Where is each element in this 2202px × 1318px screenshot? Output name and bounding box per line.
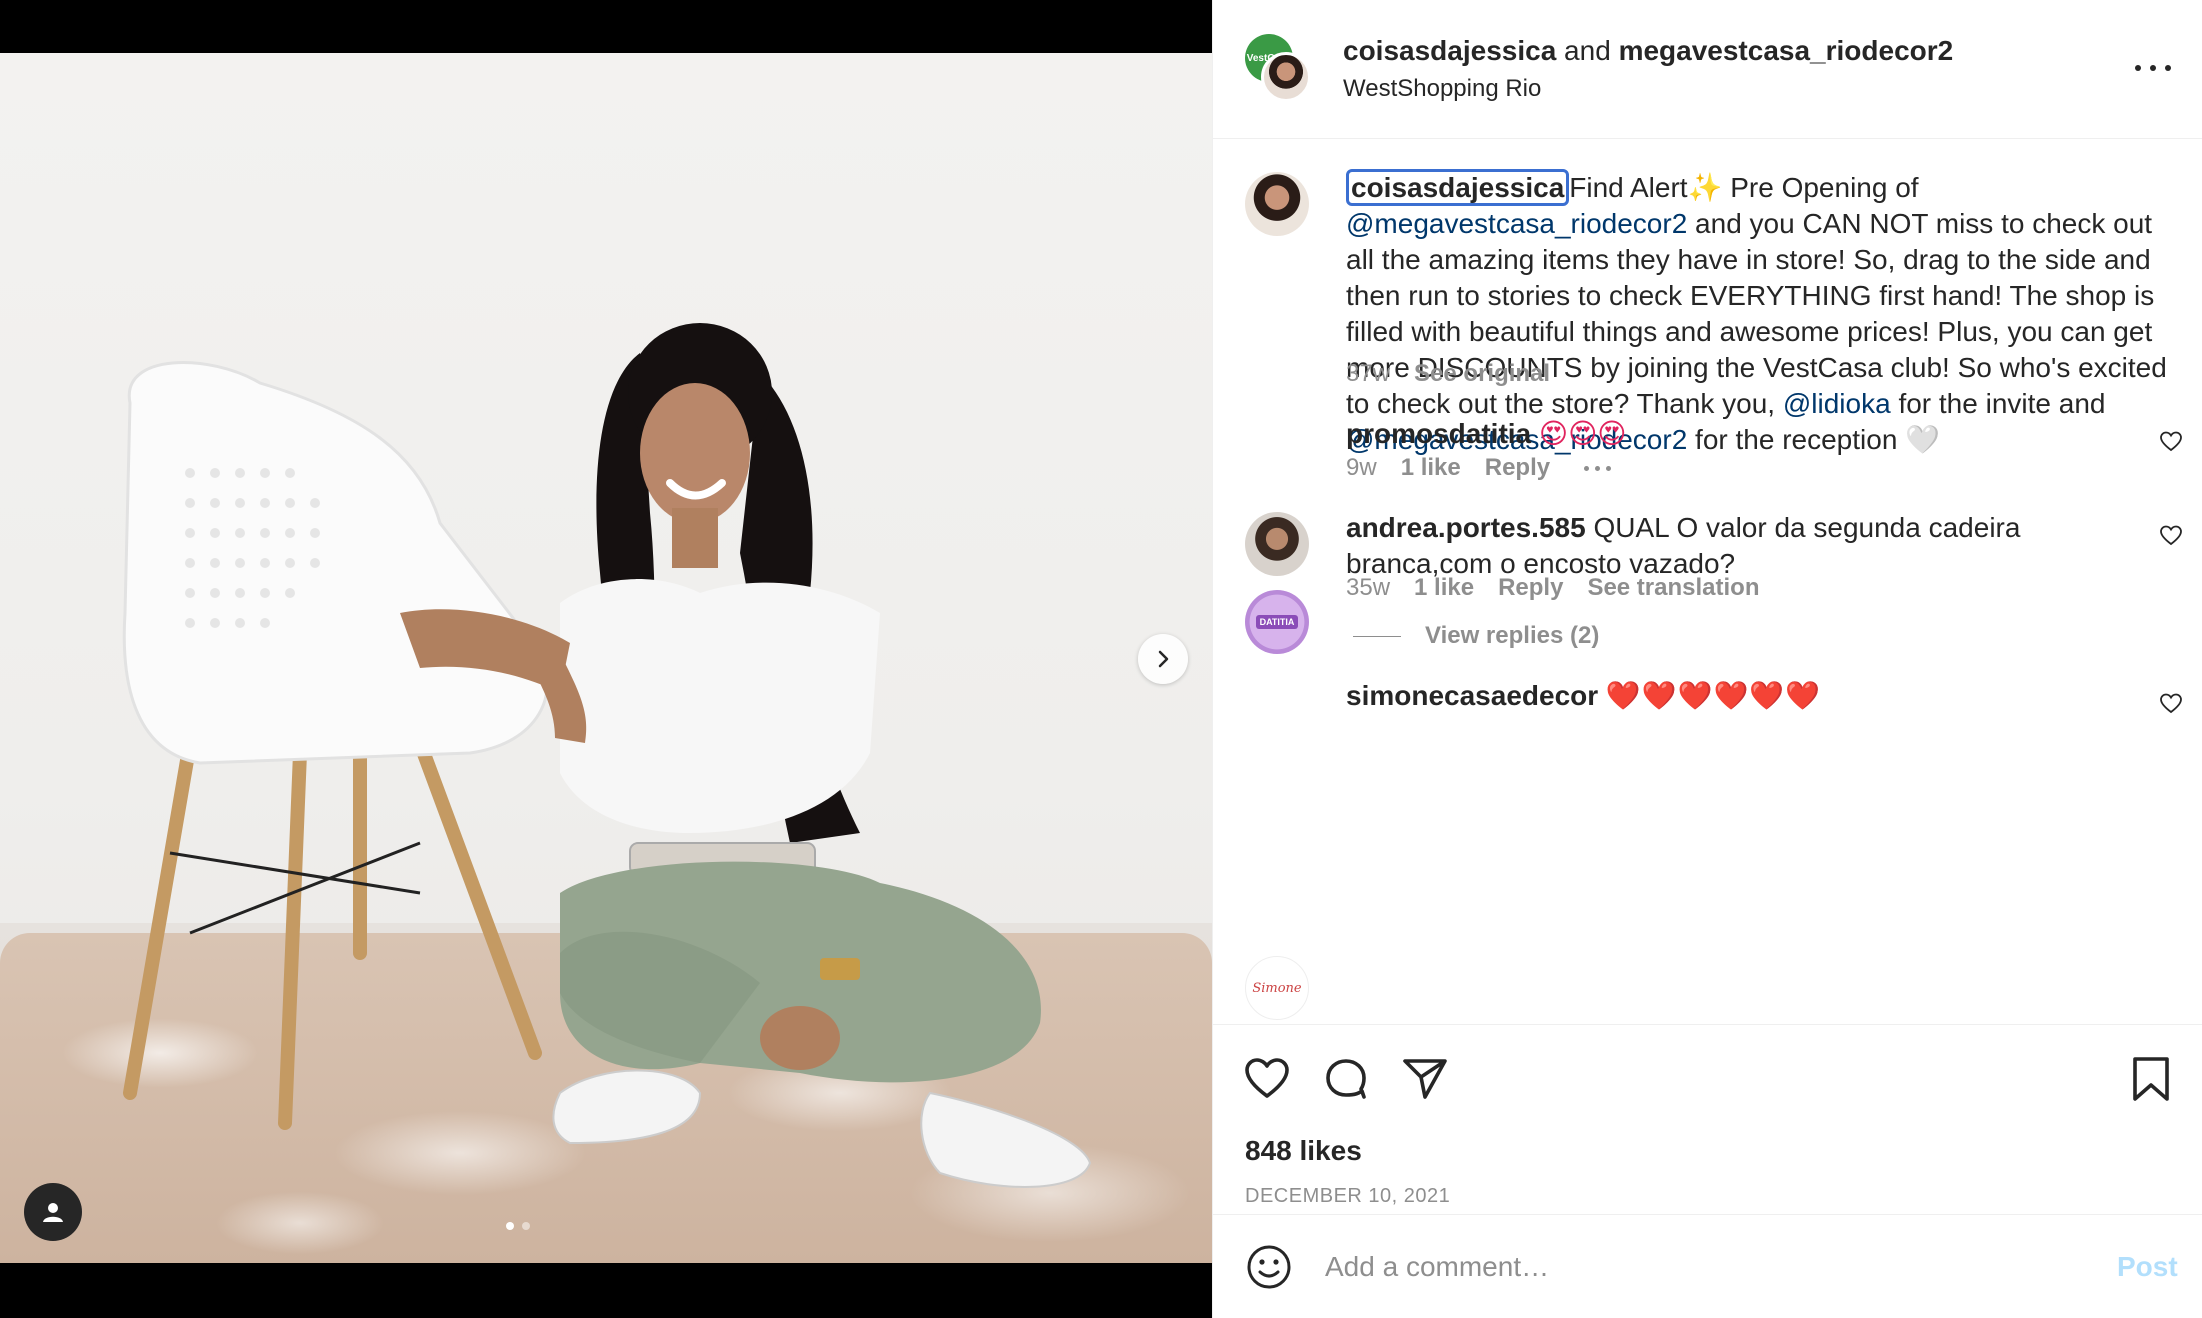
user-tag-icon (43, 1203, 63, 1222)
comment-likes[interactable]: 1 like (1414, 574, 1474, 602)
left-sneaker (552, 1069, 702, 1145)
comment-likes[interactable]: 1 like (1401, 454, 1461, 482)
comment-avatar[interactable] (1245, 512, 1309, 576)
photo-scene (122, 323, 1092, 1188)
more-horizontal-icon (1584, 465, 1590, 471)
likes-count[interactable]: 848 likes (1245, 1135, 1362, 1167)
chevron-right-icon (1158, 650, 1169, 668)
more-horizontal-icon (2135, 65, 2141, 71)
collab-avatar-user[interactable] (1261, 52, 1311, 102)
caption-text-1: Find Alert (1569, 172, 1688, 203)
comment-meta: 35w 1 like Reply See translation (1346, 574, 1760, 602)
carousel-dot (522, 1222, 530, 1230)
tagged-users-button[interactable] (24, 1183, 82, 1241)
caption-meta: 37w See original (1346, 360, 1550, 388)
bookmark-icon[interactable] (2127, 1055, 2175, 1103)
comments-list[interactable]: coisasdajessica Find Alert✨ Pre Opening o… (1213, 140, 2202, 1024)
author-link-2[interactable]: megavestcasa_riodecor2 (1619, 35, 1954, 66)
comment-avatar[interactable]: DATITIA (1245, 590, 1309, 654)
comment-bubble-icon[interactable] (1322, 1055, 1370, 1103)
post-media-pane (0, 0, 1212, 1318)
white-top (560, 579, 880, 833)
avatar-label: DATITIA (1255, 615, 1299, 629)
comment-avatar[interactable]: Simone (1245, 956, 1309, 1020)
post-actions: 848 likes DECEMBER 10, 2021 (1213, 1024, 2202, 1214)
heart-icon[interactable] (2159, 692, 2183, 716)
view-replies-label: View replies (2) (1425, 622, 1600, 649)
reply-button[interactable]: Reply (1498, 574, 1563, 602)
sparkles-emoji: ✨ (1687, 172, 1723, 203)
add-comment-bar: Post (1213, 1214, 2202, 1318)
carousel-dots (506, 1222, 530, 1230)
heart-icon[interactable] (1243, 1055, 1291, 1103)
authors-joiner: and (1556, 35, 1619, 66)
comment-input[interactable] (1325, 1243, 2045, 1291)
comment-username[interactable]: andrea.portes.585 (1346, 512, 1586, 543)
post-side-panel: VestCasa coisasdajessica and megavestcas… (1212, 0, 2202, 1318)
post-photo[interactable] (0, 53, 1212, 1263)
mention-link[interactable]: @megavestcasa_riodecor2 (1346, 208, 1687, 239)
post-date: DECEMBER 10, 2021 (1245, 1185, 1451, 1207)
mention-link[interactable]: @lidioka (1783, 388, 1891, 419)
collab-avatars[interactable]: VestCasa (1245, 34, 1315, 104)
comment-body: andrea.portes.585 QUAL O valor da segund… (1346, 510, 2126, 582)
author-link-1[interactable]: coisasdajessica (1343, 35, 1556, 66)
location-link[interactable]: WestShopping Rio (1343, 74, 1541, 104)
see-original-button[interactable]: See original (1414, 360, 1550, 388)
comment-text: 😍😍😍 (1538, 418, 1627, 449)
carousel-next-button[interactable] (1138, 634, 1188, 684)
heart-icon[interactable] (2159, 430, 2183, 454)
caption-timestamp[interactable]: 37w (1346, 360, 1390, 388)
smiley-icon[interactable] (1245, 1243, 1293, 1291)
comment-timestamp[interactable]: 35w (1346, 574, 1390, 602)
comment-body: promosdatitia 😍😍😍 (1346, 416, 2126, 452)
see-translation-button[interactable]: See translation (1587, 574, 1759, 602)
post-authors: coisasdajessica and megavestcasa_riodeco… (1343, 34, 1953, 68)
caption-text-4: for the invite and (1890, 388, 2106, 419)
caption-username[interactable]: coisasdajessica (1346, 169, 1570, 206)
avatar-label: Simone (1252, 980, 1302, 996)
post-caption: coisasdajessica Find Alert✨ Pre Opening o… (1346, 169, 2176, 458)
paper-plane-icon[interactable] (1401, 1055, 1449, 1103)
carousel-dot-active (506, 1222, 514, 1230)
heart-icon[interactable] (2159, 524, 2183, 548)
post-header: VestCasa coisasdajessica and megavestcas… (1213, 0, 2202, 139)
view-replies-button[interactable]: View replies (2) (1353, 622, 1599, 650)
comment-meta: 9w 1 like Reply (1346, 454, 1612, 482)
post-comment-button[interactable]: Post (2117, 1251, 2178, 1283)
replies-line (1353, 635, 1401, 637)
comment-timestamp[interactable]: 9w (1346, 454, 1377, 482)
watch (820, 958, 860, 980)
post-options-button[interactable] (2135, 56, 2171, 80)
caption-avatar[interactable] (1245, 172, 1309, 236)
comment-options-button[interactable] (1584, 465, 1612, 471)
caption-text-2: Pre Opening of (1722, 172, 1919, 203)
right-sneaker (920, 1091, 1092, 1188)
comment-body: simonecasaedecor ❤️❤️❤️❤️❤️❤️ (1346, 678, 2126, 714)
comment-username[interactable]: promosdatitia (1346, 418, 1531, 449)
reply-button[interactable]: Reply (1485, 454, 1550, 482)
face (640, 383, 750, 523)
comment-username[interactable]: simonecasaedecor (1346, 680, 1598, 711)
comment-text: ❤️❤️❤️❤️❤️❤️ (1605, 680, 1822, 711)
